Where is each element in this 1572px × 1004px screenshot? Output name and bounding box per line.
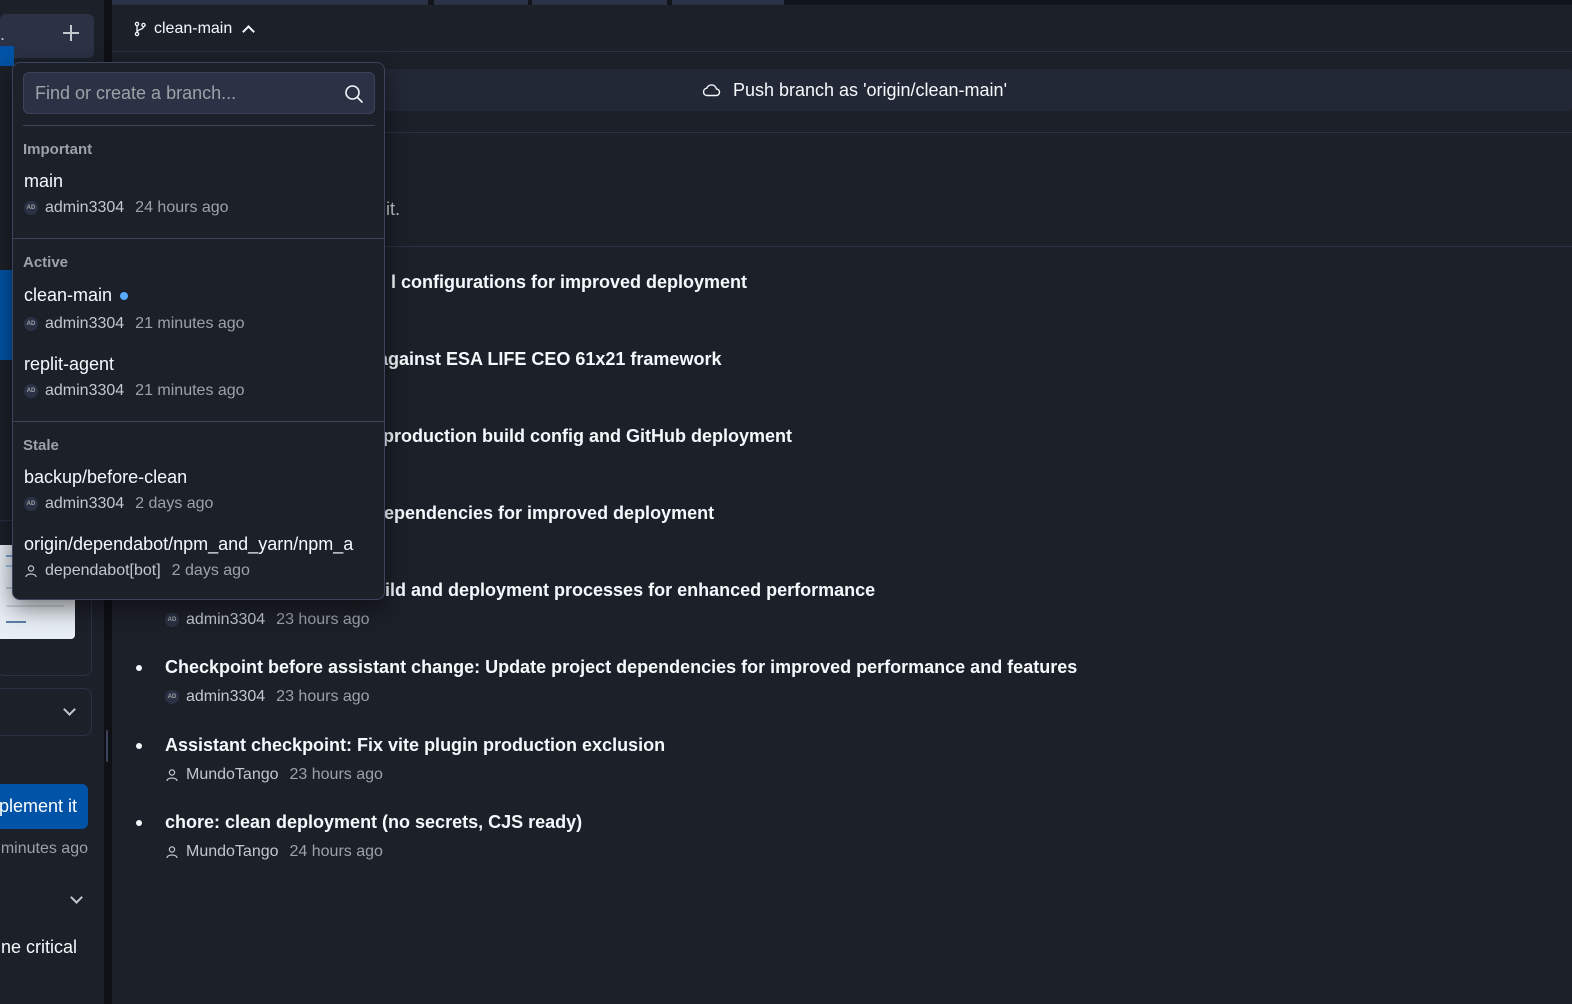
commit-time: 23 hours ago	[276, 611, 370, 628]
user-icon	[166, 769, 178, 782]
commit-meta: AD admin3304 23 hours ago	[165, 688, 370, 706]
branch-author: AD admin3304	[24, 315, 124, 333]
commit-author: MundoTango	[165, 843, 279, 861]
commit-item[interactable]: Assistant checkpoint: Fix vite plugin pr…	[136, 735, 1536, 805]
commit-author: MundoTango	[165, 766, 279, 784]
branch-item-clean-main[interactable]: clean-main AD admin3304 21 minutes ago	[13, 285, 384, 345]
commit-item[interactable]: Checkpoint before assistant change: Upda…	[136, 657, 1536, 727]
divider	[13, 238, 384, 239]
current-branch-dot	[120, 291, 129, 300]
commit-time: 24 hours ago	[289, 843, 383, 860]
chevron-down-icon	[63, 703, 76, 716]
avatar: AD	[24, 497, 38, 511]
collapsed-section[interactable]	[0, 688, 92, 736]
commit-message: l configurations for improved deployment	[391, 272, 748, 292]
section-label-stale: Stale	[23, 437, 59, 454]
git-branch-icon	[134, 21, 146, 37]
divider	[23, 125, 375, 126]
avatar: AD	[24, 317, 38, 331]
commit-meta: MundoTango 24 hours ago	[165, 843, 383, 861]
branch-search	[23, 72, 375, 114]
branch-search-input[interactable]	[24, 73, 334, 113]
branch-item-backup-before-clean[interactable]: backup/before-clean AD admin3304 2 days a…	[13, 467, 384, 527]
commit-message: Assistant checkpoint: Fix vite plugin pr…	[165, 735, 666, 755]
branch-meta: AD admin3304 21 minutes ago	[24, 382, 245, 400]
search-icon[interactable]	[344, 84, 364, 104]
branch-item-replit-agent[interactable]: replit-agent AD admin3304 21 minutes ago	[13, 354, 384, 414]
branch-item-dependabot[interactable]: origin/dependabot/npm_and_yarn/npm_a dep…	[13, 534, 384, 594]
commit-meta: MundoTango 23 hours ago	[165, 766, 383, 784]
user-icon	[25, 565, 37, 578]
branch-author: AD admin3304	[24, 199, 124, 217]
commit-meta: AD admin3304 23 hours ago	[165, 611, 370, 629]
message-text-fragment: ne critical	[0, 937, 77, 957]
divider	[13, 421, 384, 422]
branch-name: origin/dependabot/npm_and_yarn/npm_a	[24, 534, 354, 554]
commit-message: ild and deployment processes for enhance…	[385, 580, 876, 600]
avatar: AD	[24, 384, 38, 398]
avatar: AD	[165, 613, 179, 627]
branch-name: replit-agent	[24, 354, 115, 374]
commit-time: 23 hours ago	[276, 688, 370, 705]
chevron-up-icon	[242, 25, 256, 38]
selected-item-strip	[0, 46, 14, 66]
implement-button[interactable]: plement it	[0, 784, 88, 829]
section-label-important: Important	[23, 141, 93, 158]
branch-meta: AD admin3304 24 hours ago	[24, 199, 229, 217]
commit-message: production build config and GitHub deplo…	[383, 426, 792, 446]
commit-time: 23 hours ago	[289, 766, 383, 783]
user-icon	[166, 846, 178, 859]
message-timestamp: minutes ago	[0, 840, 88, 857]
commit-author: AD admin3304	[165, 611, 265, 629]
branch-time: 24 hours ago	[135, 199, 229, 216]
branch-meta: AD admin3304 21 minutes ago	[24, 315, 245, 333]
branch-meta: dependabot[bot] 2 days ago	[24, 562, 250, 580]
commit-author: AD admin3304	[165, 688, 265, 706]
chevron-down-icon[interactable]	[70, 891, 83, 904]
branch-time: 2 days ago	[135, 495, 214, 512]
current-branch-label: clean-main	[154, 20, 233, 37]
branch-name: clean-main	[24, 285, 129, 306]
commit-message: ependencies for improved deployment	[384, 503, 715, 523]
avatar: AD	[165, 690, 179, 704]
app-root: . plement it minutes ago ne critical cle…	[0, 0, 1572, 1004]
branch-author: AD admin3304	[24, 495, 124, 513]
plus-icon[interactable]	[60, 22, 82, 44]
branch-item-main[interactable]: main AD admin3304 24 hours ago	[13, 171, 384, 231]
avatar: AD	[24, 201, 38, 215]
status-text-fragment: it.	[386, 199, 401, 219]
branch-name: main	[24, 171, 64, 191]
commit-item[interactable]: chore: clean deployment (no secrets, CJS…	[136, 812, 1536, 882]
commit-message: Checkpoint before assistant change: Upda…	[165, 657, 1078, 677]
git-topbar: clean-main	[112, 5, 1572, 52]
commit-message: against ESA LIFE CEO 61x21 framework	[378, 349, 722, 369]
bullet	[136, 665, 142, 671]
branch-dropdown: Important main ADadmin3304 24 hours ago …	[12, 62, 385, 600]
push-branch-label: Push branch as 'origin/clean-main'	[732, 79, 1008, 100]
commit-message: chore: clean deployment (no secrets, CJS…	[165, 812, 583, 832]
branch-selector-button[interactable]: clean-main	[132, 15, 256, 43]
branch-meta: AD admin3304 2 days ago	[24, 495, 213, 513]
branch-author: dependabot[bot]	[24, 562, 161, 580]
bullet	[136, 820, 142, 826]
branch-author: AD admin3304	[24, 382, 124, 400]
section-label-active: Active	[23, 254, 69, 271]
branch-time: 21 minutes ago	[135, 315, 245, 332]
left-panel-header-text: .	[0, 24, 6, 44]
cloud-icon	[702, 84, 721, 97]
bullet	[136, 743, 142, 749]
branch-time: 2 days ago	[171, 562, 250, 579]
branch-name: backup/before-clean	[24, 467, 188, 487]
branch-time: 21 minutes ago	[135, 382, 245, 399]
